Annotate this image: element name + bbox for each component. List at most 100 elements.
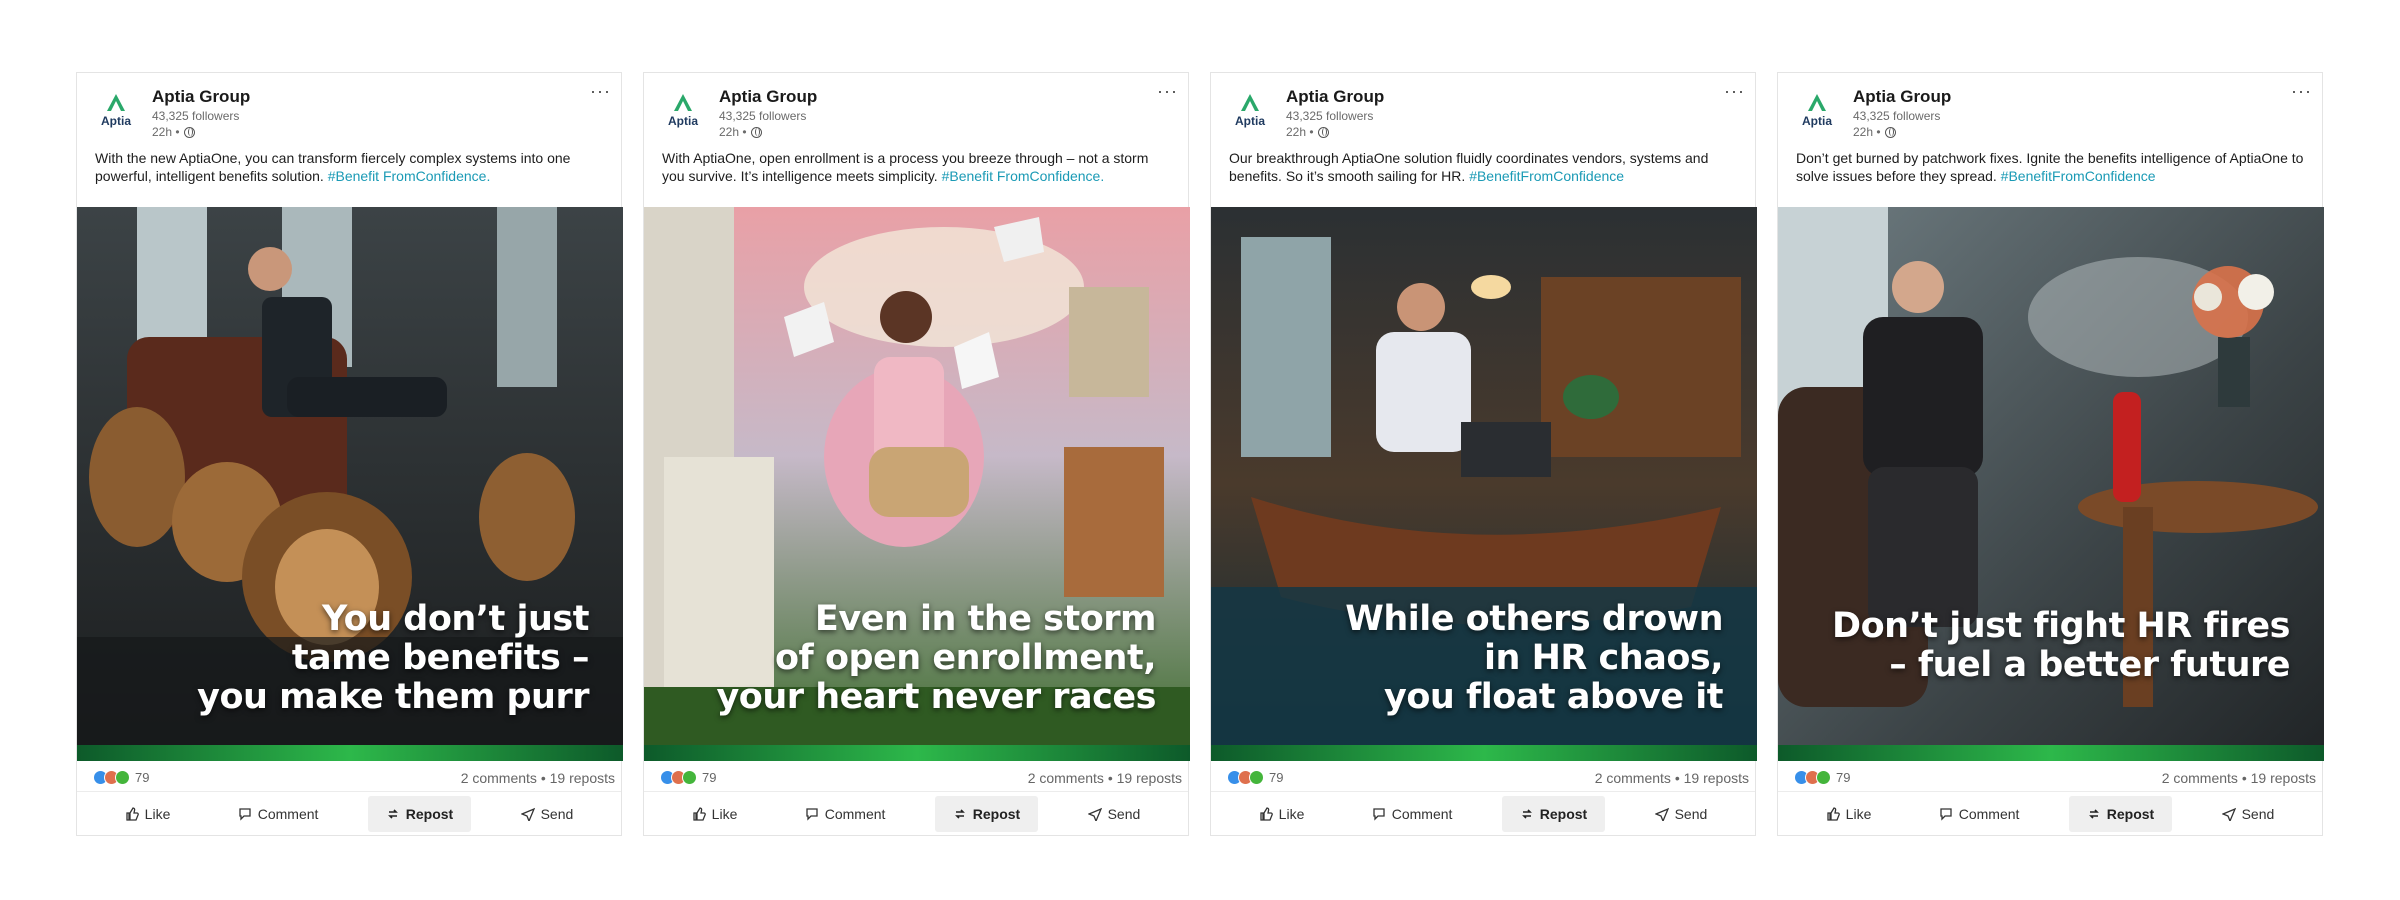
comment-icon (1940, 807, 1952, 821)
follower-count: 43,325 followers (1853, 109, 1941, 123)
send-label: Send (540, 805, 574, 822)
hashtag-link[interactable]: #BenefitFromConfidence (1469, 168, 1624, 184)
action-bar: Like Comment Repost Send (1778, 791, 2322, 835)
repost-label: Repost (2106, 805, 2155, 822)
send-icon (2221, 807, 2236, 821)
company-name[interactable]: Aptia Group (719, 87, 817, 107)
company-logo[interactable]: Aptia (662, 91, 704, 137)
send-button[interactable]: Send (2204, 796, 2293, 832)
image-headline: Don’t just fight HR fires – fuel a bette… (1832, 607, 2290, 685)
comment-repost-counts[interactable]: 2 comments • 19 reposts (461, 770, 615, 786)
post-header: Aptia Aptia Group 43,325 followers 22h •… (77, 73, 621, 149)
like-icon (1260, 806, 1273, 821)
repost-icon (387, 808, 398, 819)
headline-line: you make them purr (197, 677, 589, 717)
time-text: 22h • (1853, 125, 1881, 139)
brand-bar (1211, 745, 1757, 761)
time-text: 22h • (152, 125, 180, 139)
company-logo[interactable]: Aptia (1229, 91, 1271, 137)
reaction-count: 79 (702, 770, 717, 785)
post-time: 22h • (719, 125, 762, 139)
like-button[interactable]: Like (1808, 796, 1890, 832)
logo-text: Aptia (668, 114, 698, 128)
repost-button[interactable]: Repost (367, 795, 472, 832)
action-bar: Like Comment Repost Send (1211, 791, 1755, 835)
headline-line: of open enrollment, (774, 638, 1157, 678)
send-button[interactable]: Send (1637, 796, 1726, 832)
post-body: Our breakthrough AptiaOne solution fluid… (1211, 149, 1755, 207)
post-stats: 79 2 comments • 19 reposts (1211, 761, 1755, 795)
comment-repost-counts[interactable]: 2 comments • 19 reposts (2162, 770, 2316, 786)
reactions[interactable]: 79 (93, 770, 149, 785)
repost-button[interactable]: Repost (934, 795, 1039, 832)
post-card: Aptia Aptia Group 43,325 followers 22h •… (76, 72, 623, 836)
company-logo[interactable]: Aptia (1796, 91, 1838, 137)
headline-line: tame benefits – (291, 638, 590, 678)
send-icon (1654, 807, 1669, 821)
repost-button[interactable]: Repost (2068, 795, 2173, 832)
post-time: 22h • (1286, 125, 1329, 139)
company-name[interactable]: Aptia Group (1853, 87, 1951, 107)
reactions[interactable]: 79 (660, 770, 716, 785)
post-card: Aptia Aptia Group 43,325 followers 22h •… (1777, 72, 2324, 836)
celebrate-reaction-icon (1249, 770, 1264, 785)
company-logo[interactable]: Aptia (95, 91, 137, 137)
more-icon[interactable]: ··· (2291, 81, 2312, 102)
globe-icon (183, 126, 195, 138)
post-body: With the new AptiaOne, you can transform… (77, 149, 621, 207)
post-time: 22h • (1853, 125, 1896, 139)
comment-label: Comment (1958, 805, 2020, 822)
brand-bar (1778, 745, 2324, 761)
follower-count: 43,325 followers (152, 109, 240, 123)
more-icon[interactable]: ··· (590, 81, 611, 102)
like-button[interactable]: Like (674, 796, 756, 832)
headline-line: While others drown (1345, 599, 1723, 639)
comment-repost-counts[interactable]: 2 comments • 19 reposts (1595, 770, 1749, 786)
headline-line: you float above it (1384, 677, 1723, 717)
reactions[interactable]: 79 (1794, 770, 1850, 785)
send-label: Send (2241, 805, 2275, 822)
send-button[interactable]: Send (503, 796, 592, 832)
post-body: With AptiaOne, open enrollment is a proc… (644, 149, 1188, 207)
reaction-count: 79 (1269, 770, 1284, 785)
like-button[interactable]: Like (1241, 796, 1323, 832)
company-name[interactable]: Aptia Group (1286, 87, 1384, 107)
like-icon (126, 806, 139, 821)
send-icon (520, 807, 535, 821)
post-image[interactable]: Don’t just fight HR fires – fuel a bette… (1778, 207, 2324, 761)
logo-text: Aptia (1802, 114, 1832, 128)
logo-text: Aptia (101, 114, 131, 128)
comment-label: Comment (824, 805, 886, 822)
reactions[interactable]: 79 (1227, 770, 1283, 785)
repost-icon (954, 808, 965, 819)
repost-icon (2088, 808, 2099, 819)
like-icon (693, 806, 706, 821)
repost-button[interactable]: Repost (1501, 795, 1606, 832)
hashtag-link[interactable]: #Benefit FromConfidence. (942, 168, 1105, 184)
comment-repost-counts[interactable]: 2 comments • 19 reposts (1028, 770, 1182, 786)
send-icon (1087, 807, 1102, 821)
comment-button[interactable]: Comment (220, 796, 337, 832)
post-image[interactable]: Even in the storm of open enrollment, yo… (644, 207, 1190, 761)
send-button[interactable]: Send (1070, 796, 1159, 832)
feed: Aptia Aptia Group 43,325 followers 22h •… (0, 0, 2400, 900)
post-card: Aptia Aptia Group 43,325 followers 22h •… (1210, 72, 1757, 836)
hashtag-link[interactable]: #BenefitFromConfidence (2001, 168, 2156, 184)
comment-icon (1373, 807, 1385, 821)
post-image[interactable]: While others drown in HR chaos, you floa… (1211, 207, 1757, 761)
headline-line: Even in the storm (814, 599, 1157, 639)
headline-line: Don’t just fight HR fires (1832, 606, 2290, 646)
post-image[interactable]: You don’t just tame benefits – you make … (77, 207, 623, 761)
comment-button[interactable]: Comment (787, 796, 904, 832)
image-headline: You don’t just tame benefits – you make … (197, 600, 589, 717)
celebrate-reaction-icon (115, 770, 130, 785)
more-icon[interactable]: ··· (1724, 81, 1745, 102)
like-label: Like (144, 805, 171, 822)
comment-button[interactable]: Comment (1354, 796, 1471, 832)
hashtag-link[interactable]: #Benefit FromConfidence. (328, 168, 491, 184)
comment-button[interactable]: Comment (1921, 796, 2038, 832)
post-stats: 79 2 comments • 19 reposts (77, 761, 621, 795)
more-icon[interactable]: ··· (1157, 81, 1178, 102)
company-name[interactable]: Aptia Group (152, 87, 250, 107)
like-button[interactable]: Like (107, 796, 189, 832)
